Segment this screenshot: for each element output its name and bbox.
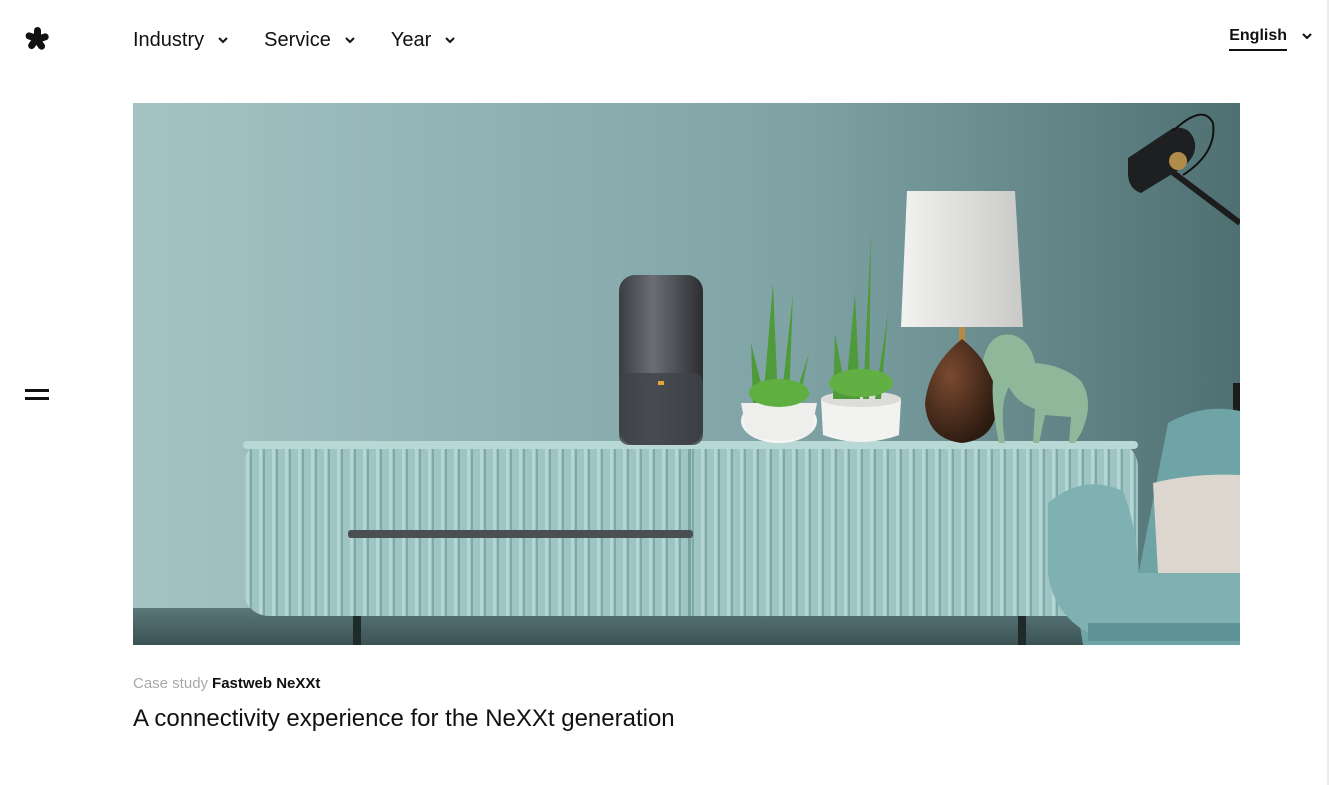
page: Industry Service Year English Case study…: [0, 0, 1329, 785]
project-headline[interactable]: A connectivity experience for the NeXXt …: [133, 705, 675, 733]
service-filter[interactable]: Service: [264, 29, 357, 52]
language-label: English: [1229, 27, 1287, 51]
year-filter[interactable]: Year: [391, 29, 457, 52]
chevron-down-icon: [345, 37, 355, 44]
hamburger-menu-icon[interactable]: [24, 386, 50, 404]
chevron-down-icon: [1302, 33, 1312, 40]
year-filter-label: Year: [390, 28, 432, 51]
project-kicker: Case study: [133, 675, 209, 692]
project-client[interactable]: Fastweb NeXXt: [212, 675, 320, 692]
asterisk-logo-icon[interactable]: [24, 26, 50, 52]
filter-nav: Industry Service Year: [133, 26, 491, 54]
language-selector[interactable]: English: [1229, 27, 1313, 51]
project-hero-image[interactable]: [133, 103, 1240, 645]
service-filter-label: Service: [264, 28, 331, 51]
chevron-down-icon: [445, 37, 455, 44]
project-caption: Case study Fastweb NeXXt: [133, 675, 320, 692]
industry-filter[interactable]: Industry: [133, 29, 230, 52]
industry-filter-label: Industry: [133, 28, 205, 51]
chevron-down-icon: [218, 37, 228, 44]
